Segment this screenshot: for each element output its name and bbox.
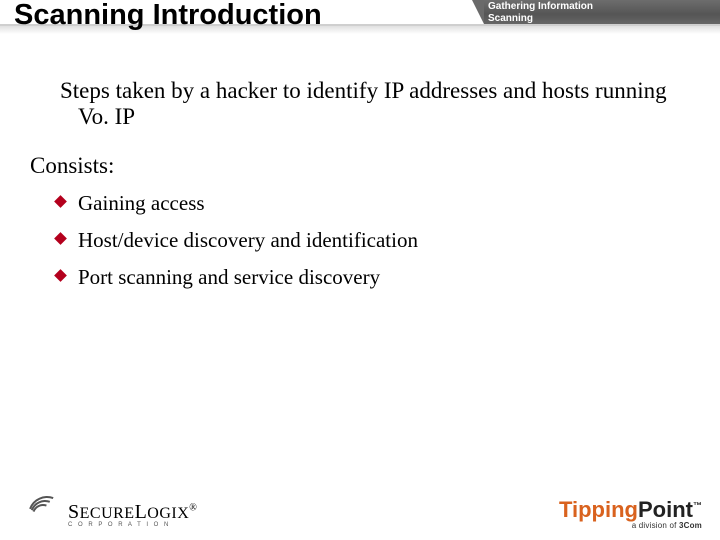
bullet-text: Gaining access (78, 191, 205, 215)
slide-header: Scanning Introduction Gathering Informat… (0, 0, 720, 68)
bullet-text: Host/device discovery and identification (78, 228, 418, 252)
slide-title: Scanning Introduction (14, 0, 322, 32)
tippingpoint-subtext: a division of 3Com (559, 522, 702, 530)
lead-paragraph: Steps taken by a hacker to identify IP a… (30, 78, 700, 131)
slide-body: Steps taken by a hacker to identify IP a… (0, 78, 720, 302)
securelogix-logo: SECURELOGIX® C O R P O R A T I O N (30, 500, 197, 528)
breadcrumb-bar: Gathering Information Scanning (484, 0, 720, 24)
subhead: Consists: (30, 153, 720, 179)
bullet-list: Gaining access Host/device discovery and… (0, 191, 720, 290)
securelogix-icon (30, 500, 64, 528)
breadcrumb-text: Gathering Information Scanning (488, 1, 593, 25)
bullet-icon (54, 269, 67, 282)
tippingpoint-wordmark: TippingPoint™ (559, 499, 702, 521)
bullet-item: Host/device discovery and identification (78, 228, 720, 253)
bullet-icon (54, 195, 67, 208)
bullet-icon (54, 232, 67, 245)
bullet-text: Port scanning and service discovery (78, 265, 380, 289)
bullet-item: Gaining access (78, 191, 720, 216)
securelogix-wordmark: SECURELOGIX® (68, 501, 197, 524)
bullet-item: Port scanning and service discovery (78, 265, 720, 290)
tippingpoint-logo: TippingPoint™ a division of 3Com (559, 499, 702, 530)
slide-footer: SECURELOGIX® C O R P O R A T I O N Tippi… (0, 484, 720, 532)
